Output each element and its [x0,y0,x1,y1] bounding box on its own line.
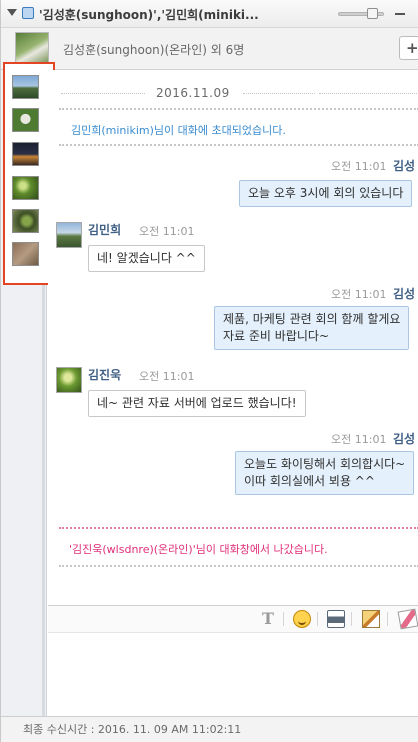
participant-header: 김성훈(sunghoon)(온라인) 외 6명 + [1,28,418,70]
message-time: 오전 11:01 [331,433,387,446]
message-bubble-incoming[interactable]: 네! 알겠습니다 ^^ [88,245,205,272]
add-participant-button[interactable]: + [399,36,418,60]
opacity-slider-thumb[interactable] [367,8,378,19]
notice-divider-bottom [59,144,418,146]
message-bubble-outgoing[interactable]: 제품, 마케팅 관련 회의 함께 할게요 자료 준비 바랍니다~ [214,306,410,350]
message-bubble-outgoing[interactable]: 오늘도 화이팅해서 회의합시다~ 이따 회의실에서 뵈용 ^^ [235,451,415,495]
message-input[interactable] [48,634,418,715]
photo-thumbnail-leaves[interactable] [12,176,39,200]
toolbar-separator [283,612,284,626]
message-time: 오전 11:01 [139,225,195,238]
photo-thumbnail-texture[interactable] [12,242,39,266]
toolbar-separator [317,612,318,626]
eraser-icon[interactable] [397,608,418,630]
message-sender: 김민희 [88,223,122,237]
message-time: 오전 11:01 [331,160,387,173]
photo-thumbnail-lake[interactable] [12,75,39,99]
photo-thumbnail-goat[interactable] [12,108,39,132]
date-divider-far-right [319,93,418,94]
file-icon[interactable] [362,610,380,628]
chat-window: '김성훈(sunghoon)','김민희(miniki... 김성훈(sungh… [0,0,418,742]
toolbar-separator [387,612,388,626]
message-sender: 김성 [393,159,416,173]
participant-avatar[interactable] [15,32,49,66]
message-sender: 김성 [393,432,416,446]
invite-notice: 김민희(minikim)님이 대화에 초대되었습니다. [71,124,286,137]
sender-avatar[interactable] [56,222,82,248]
photo-thumbnail-night-city[interactable] [12,142,39,166]
photo-thumbnail-peacock[interactable] [12,209,39,233]
leave-notice: '김진욱(wlsdnre)(온라인)'님이 대화창에서 나갔습니다. [69,543,328,556]
message-sender: 김진욱 [88,368,122,382]
sender-avatar[interactable] [56,367,82,393]
emoji-icon[interactable] [293,610,311,628]
last-received-time: 최종 수신시간 : 2016. 11. 09 AM 11:02:11 [23,723,242,736]
message-bubble-incoming[interactable]: 네~ 관련 자료 서버에 업로드 했습니다! [88,390,306,417]
participant-list[interactable]: 김성훈(sunghoon)(온라인) 외 6명 [63,41,244,58]
date-divider-right [243,93,315,94]
message-text: 네! 알겠습니다 ^^ [97,251,196,265]
message-text: 네~ 관련 자료 서버에 업로드 했습니다! [97,396,297,410]
date-divider-left [61,93,145,94]
title-bar: '김성훈(sunghoon)','김민희(miniki... [1,0,418,28]
message-text-line: 오늘도 화이팅해서 회의합시다~ [244,457,406,471]
message-time: 오전 11:01 [331,288,387,301]
message-text-line: 제품, 마케팅 관련 회의 함께 할게요 [223,312,401,326]
date-separator: 2016.11.09 [156,86,230,100]
chat-window-icon [22,7,34,19]
window-title: '김성훈(sunghoon)','김민희(miniki... [39,8,259,22]
notice-divider-top [59,108,418,110]
font-icon[interactable]: T [259,610,277,628]
message-text-line: 이따 회의실에서 뵈용 ^^ [244,474,375,488]
message-bubble-outgoing[interactable]: 오늘 오후 3시에 회의 있습니다 [239,180,413,207]
leave-notice-divider-top [59,527,418,529]
minimize-icon[interactable] [395,13,405,15]
leave-notice-divider-bottom [59,565,418,567]
message-time: 오전 11:01 [139,370,195,383]
toolbar-separator [351,612,352,626]
message-sender: 김성 [393,287,416,301]
message-text: 오늘 오후 3시에 회의 있습니다 [248,186,404,200]
print-icon[interactable] [327,610,345,628]
collapse-arrow-icon[interactable] [7,9,17,16]
message-text-line: 자료 준비 바랍니다~ [223,329,330,343]
